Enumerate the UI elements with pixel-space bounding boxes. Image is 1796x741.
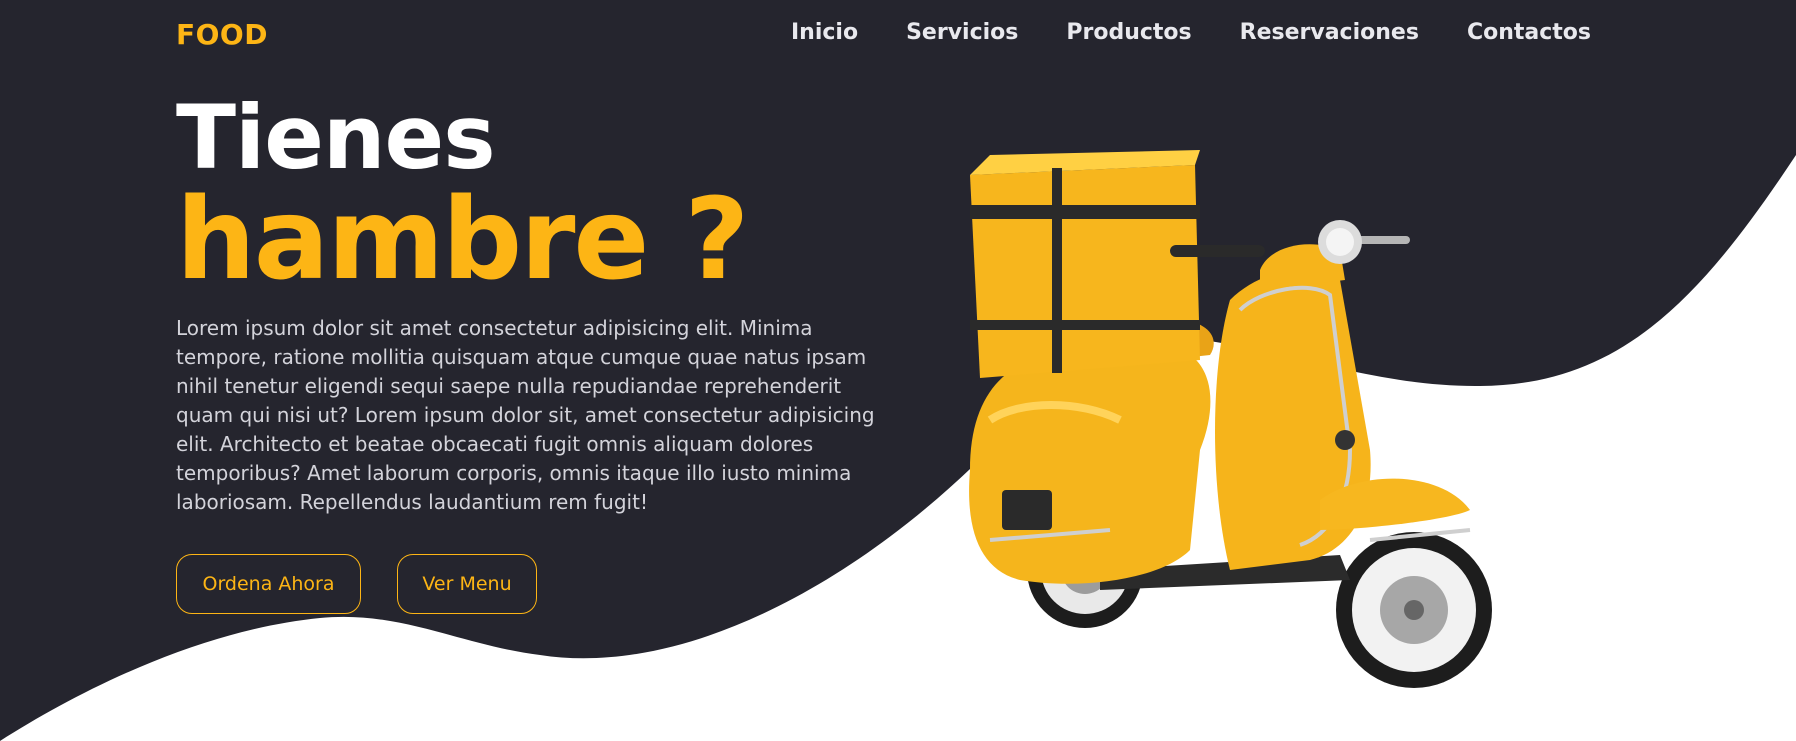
nav-menu: Inicio Servicios Productos Reservaciones…: [791, 20, 1591, 45]
hero-heading-line2: hambre ?: [176, 175, 749, 305]
nav-item-servicios: Servicios: [906, 20, 1018, 45]
nav-link-contactos[interactable]: Contactos: [1467, 20, 1591, 45]
brand-logo[interactable]: FOOD: [176, 18, 268, 51]
nav-link-productos[interactable]: Productos: [1066, 20, 1191, 45]
delivery-scooter-icon: [969, 150, 1492, 688]
nav-link-inicio[interactable]: Inicio: [791, 20, 858, 45]
hero-description: Lorem ipsum dolor sit amet consectetur a…: [176, 316, 875, 514]
nav-link-servicios[interactable]: Servicios: [906, 20, 1018, 45]
view-menu-button[interactable]: Ver Menu: [397, 554, 537, 614]
nav-link-reservaciones[interactable]: Reservaciones: [1240, 20, 1419, 45]
nav-item-reservaciones: Reservaciones: [1240, 20, 1419, 45]
hero-heading-line1: Tienes: [176, 86, 496, 189]
nav-item-inicio: Inicio: [791, 20, 858, 45]
nav-item-productos: Productos: [1066, 20, 1191, 45]
order-now-button[interactable]: Ordena Ahora: [176, 554, 361, 614]
hero-heading: Tienes hambre ?: [176, 86, 749, 305]
top-navigation: FOOD Inicio Servicios Productos Reservac…: [0, 0, 1796, 72]
nav-item-contactos: Contactos: [1467, 20, 1591, 45]
